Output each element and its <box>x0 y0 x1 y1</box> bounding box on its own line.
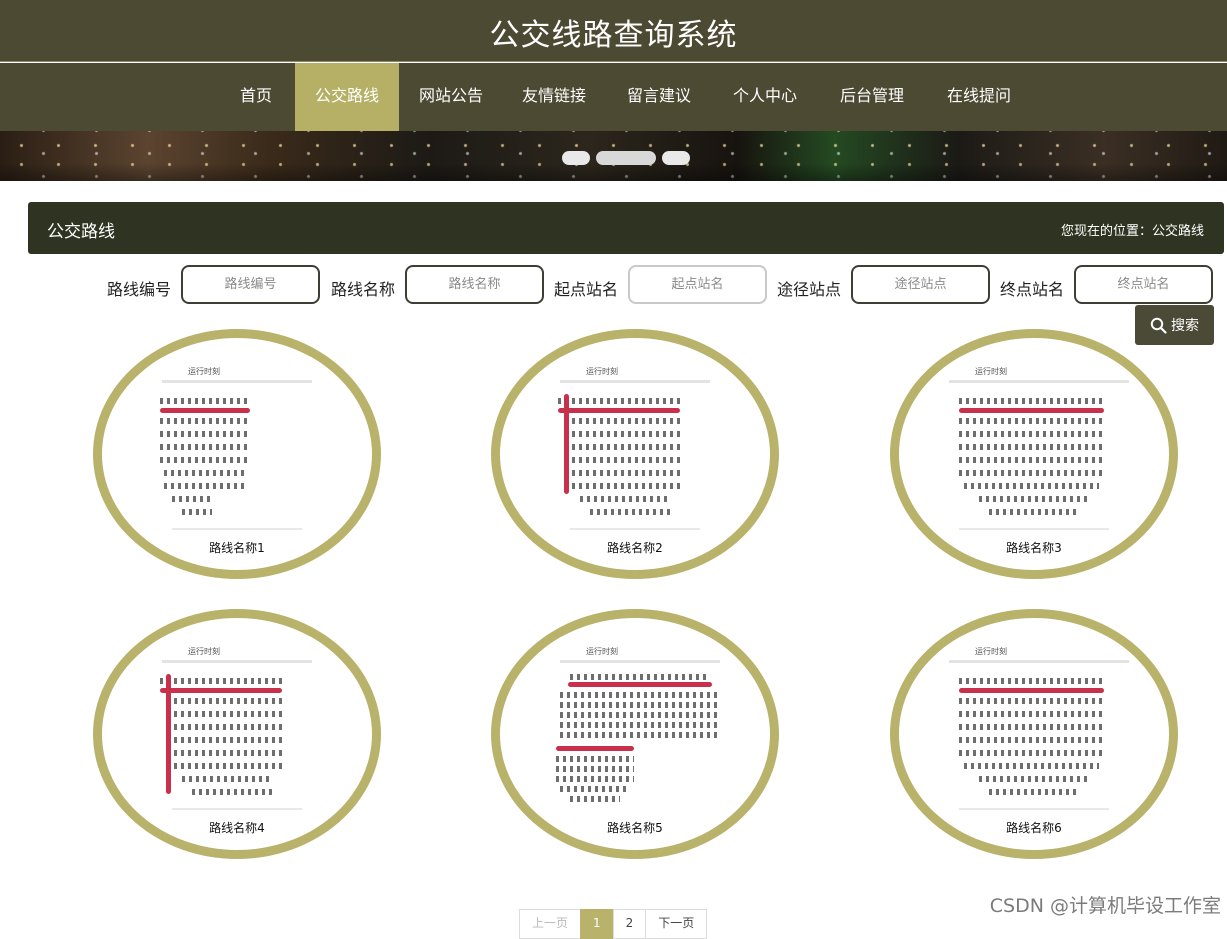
route-timetable-image: 运行时刻 <box>152 356 322 536</box>
prev-page-button[interactable]: 上一页 <box>519 909 582 939</box>
route-card-5[interactable]: 运行时刻 路线名称5 <box>491 609 779 859</box>
route-name[interactable]: 路线名称5 <box>491 819 779 836</box>
route-name[interactable]: 路线名称3 <box>890 539 1178 556</box>
nav-item-online-questions[interactable]: 在线提问 <box>932 63 1026 131</box>
site-title: 公交线路查询系统 <box>489 18 738 53</box>
route-name[interactable]: 路线名称6 <box>890 819 1178 836</box>
start-station-input[interactable] <box>628 265 767 304</box>
carousel-dot-2[interactable] <box>596 151 656 165</box>
carousel-dot-1[interactable] <box>562 151 590 165</box>
site-header: 公交线路查询系统 <box>0 0 1227 62</box>
route-timetable-image: 运行时刻 <box>152 636 322 816</box>
filter-label-route-number: 路线编号 <box>107 280 172 299</box>
page-button-2[interactable]: 2 <box>612 909 647 939</box>
next-page-button[interactable]: 下一页 <box>645 909 708 939</box>
carousel-dot-3[interactable] <box>662 151 690 165</box>
route-card-4[interactable]: 运行时刻 路线名称4 <box>93 609 381 859</box>
page-button-1[interactable]: 1 <box>580 909 614 939</box>
route-timetable-image: 运行时刻 <box>550 356 720 536</box>
end-station-input[interactable] <box>1074 265 1213 304</box>
nav-item-feedback[interactable]: 留言建议 <box>612 63 706 131</box>
nav-item-admin[interactable]: 后台管理 <box>825 63 919 131</box>
nav-item-announcements[interactable]: 网站公告 <box>404 63 498 131</box>
filter-label-start-station: 起点站名 <box>554 280 619 299</box>
nav-item-personal-center[interactable]: 个人中心 <box>718 63 812 131</box>
route-card-1[interactable]: 运行时刻 路线名称1 <box>93 329 381 579</box>
route-card-2[interactable]: 运行时刻 路线名称2 <box>491 329 779 579</box>
nav-item-bus-routes[interactable]: 公交路线 <box>295 63 399 131</box>
breadcrumb: 您现在的位置：公交路线 <box>1060 224 1204 239</box>
route-name[interactable]: 路线名称4 <box>93 819 381 836</box>
pagination: 上一页 1 2 下一页 <box>519 909 708 939</box>
route-name[interactable]: 路线名称2 <box>491 539 779 556</box>
filter-label-end-station: 终点站名 <box>1000 280 1065 299</box>
section-title: 公交路线 <box>47 222 115 242</box>
route-card-6[interactable]: 运行时刻 路线名称6 <box>890 609 1178 859</box>
route-name-input[interactable] <box>405 265 544 304</box>
nav-item-home[interactable]: 首页 <box>222 63 290 131</box>
section-header: 公交路线 您现在的位置：公交路线 <box>28 202 1224 254</box>
watermark: CSDN @计算机毕设工作室 <box>989 895 1221 917</box>
route-timetable-image: 运行时刻 <box>939 356 1139 536</box>
main-nav: 首页 公交路线 网站公告 友情链接 留言建议 个人中心 后台管理 在线提问 <box>0 63 1227 131</box>
route-name[interactable]: 路线名称1 <box>93 539 381 556</box>
route-number-input[interactable] <box>181 265 320 304</box>
banner-carousel <box>0 131 1227 181</box>
route-card-3[interactable]: 运行时刻 路线名称3 <box>890 329 1178 579</box>
route-timetable-image: 运行时刻 <box>939 636 1139 816</box>
route-timetable-image: 运行时刻 <box>550 636 730 816</box>
via-stations-input[interactable] <box>851 265 990 304</box>
filter-label-via-stations: 途径站点 <box>777 280 842 299</box>
nav-item-friend-links[interactable]: 友情链接 <box>507 63 601 131</box>
filter-label-route-name: 路线名称 <box>331 280 396 299</box>
